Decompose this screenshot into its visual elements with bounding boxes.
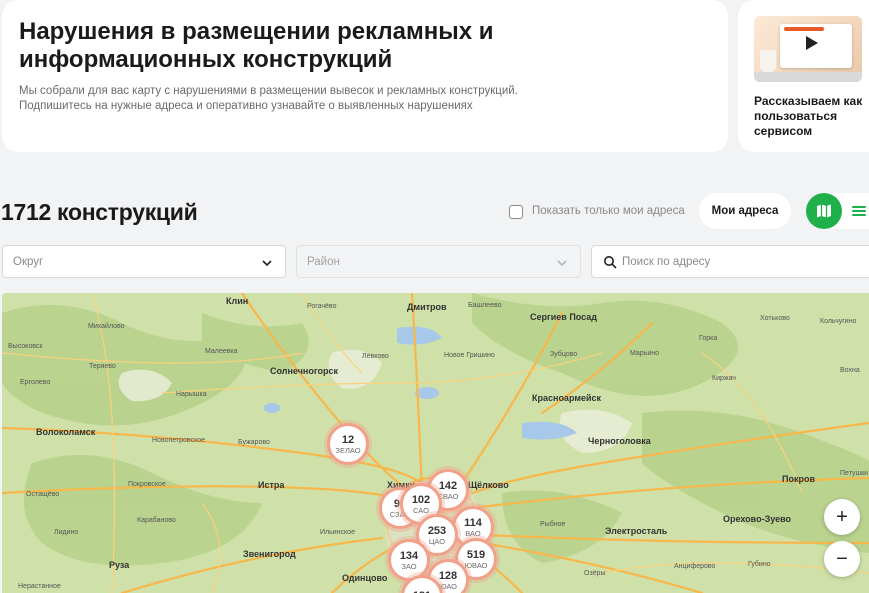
cluster-count: 114 <box>464 516 482 529</box>
cluster-count: 134 <box>399 549 419 562</box>
town-label: Киржач <box>712 375 736 382</box>
search-icon <box>604 256 617 269</box>
cluster-count: 12 <box>341 433 355 446</box>
town-label: Остащёво <box>26 491 60 498</box>
town-label: Михайлово <box>88 323 125 330</box>
promo-text: Рассказываем как пользоваться сервисом <box>754 94 863 138</box>
town-label: Рыбное <box>540 521 566 528</box>
list-icon <box>852 206 866 216</box>
cluster-count: 142 <box>438 479 458 492</box>
cup-illustration <box>760 50 776 72</box>
town-label: Ерголево <box>20 379 51 386</box>
city-label: Дмитров <box>407 302 447 312</box>
map-icon <box>817 204 831 218</box>
city-label: Волоколамск <box>36 427 96 437</box>
rayon-select[interactable]: Район <box>296 245 581 278</box>
hero-card: Нарушения в размещении рекламных и инфор… <box>2 0 728 152</box>
cluster-district: ВАО <box>465 528 481 538</box>
town-label: Лидино <box>54 529 79 536</box>
city-label: Красноармейск <box>532 393 602 403</box>
town-label: Малеевка <box>205 348 238 355</box>
city-label: Электросталь <box>605 526 668 536</box>
map-view-button[interactable] <box>806 193 842 229</box>
only-mine-checkbox[interactable] <box>509 205 523 219</box>
cluster-count: 253 <box>427 524 447 537</box>
town-label: Озёры <box>584 570 606 577</box>
cluster-district: ЗАО <box>401 561 417 571</box>
promo-video-thumbnail[interactable] <box>754 16 862 82</box>
town-label: Покровское <box>128 481 166 488</box>
list-view-button[interactable] <box>848 200 869 222</box>
cluster-count: 128 <box>438 569 458 582</box>
town-label: Карабаново <box>137 517 176 524</box>
play-icon <box>806 36 818 50</box>
town-label: Лёвково <box>362 353 389 360</box>
town-label: Башлеево <box>468 302 502 309</box>
city-label: Руза <box>109 560 130 570</box>
town-label: Нерастанное <box>18 583 61 590</box>
search-placeholder: Поиск по адресу <box>622 255 711 268</box>
town-label: Новопетровское <box>152 437 205 444</box>
town-label: Рогачёво <box>307 303 337 310</box>
only-mine-label[interactable]: Показать только мои адреса <box>532 205 685 217</box>
address-search-input[interactable]: Поиск по адресу <box>591 245 869 278</box>
town-label: Нарышка <box>176 391 207 398</box>
city-label: Клин <box>226 296 249 306</box>
town-label: Кольчугино <box>820 318 857 325</box>
okrug-select[interactable]: Округ <box>2 245 286 278</box>
violations-map[interactable]: Клин Дмитров Сергиев Посад Солнечногорск… <box>2 293 869 593</box>
town-label: Горка <box>699 335 718 342</box>
town-label: Хотьково <box>760 315 790 322</box>
chevron-down-icon <box>262 260 272 267</box>
city-label: Звенигород <box>243 549 296 559</box>
town-label: Губино <box>748 561 771 568</box>
page: Нарушения в размещении рекламных и инфор… <box>0 0 869 593</box>
cluster-district: ЮВАО <box>464 560 488 570</box>
city-label: Покров <box>782 474 815 484</box>
city-label: Солнечногорск <box>270 366 339 376</box>
city-label: Щёлково <box>468 480 509 490</box>
cluster-count: 519 <box>466 548 486 561</box>
city-label: Сергиев Посад <box>530 312 598 322</box>
promo-card[interactable]: Рассказываем как пользоваться сервисом <box>738 0 869 152</box>
rayon-select-label: Район <box>307 255 340 268</box>
town-label: Ильинское <box>320 529 355 536</box>
city-label: Орехово-Зуево <box>723 514 792 524</box>
town-label: Марьино <box>630 350 660 357</box>
constructions-count: 1712 конструкций <box>1 199 198 225</box>
town-label: Петушки <box>840 470 869 477</box>
city-label: Одинцово <box>342 573 388 583</box>
city-label: Истра <box>258 480 285 490</box>
town-label: Высоковск <box>8 343 43 350</box>
okrug-select-label: Округ <box>13 255 44 268</box>
screen-header-bar <box>784 27 824 31</box>
town-label: Бужарово <box>238 439 270 446</box>
cluster-district: ЦАО <box>428 536 446 546</box>
zoom-in-button[interactable]: + <box>824 499 860 535</box>
chevron-down-icon <box>557 260 567 267</box>
zoom-out-button[interactable]: − <box>824 541 860 577</box>
town-label: Зубцово <box>550 351 578 358</box>
cluster-district: ЗЕЛАО <box>335 445 361 455</box>
town-label: Новое Гришино <box>444 352 495 359</box>
my-addresses-button[interactable]: Мои адреса <box>699 193 791 229</box>
city-label: Черноголовка <box>588 436 651 446</box>
cluster-district: САО <box>413 505 429 515</box>
town-label: Теряево <box>89 363 116 370</box>
desk-illustration <box>754 72 862 82</box>
town-label: Анциферово <box>674 563 716 570</box>
page-title: Нарушения в размещении рекламных и инфор… <box>19 18 494 73</box>
page-description: Мы собрали для вас карту с нарушениями в… <box>19 85 518 112</box>
town-label: Вохна <box>840 367 860 374</box>
cluster-count: 102 <box>411 493 431 506</box>
cluster-marker[interactable]: 12 ЗЕЛАО <box>327 423 369 465</box>
